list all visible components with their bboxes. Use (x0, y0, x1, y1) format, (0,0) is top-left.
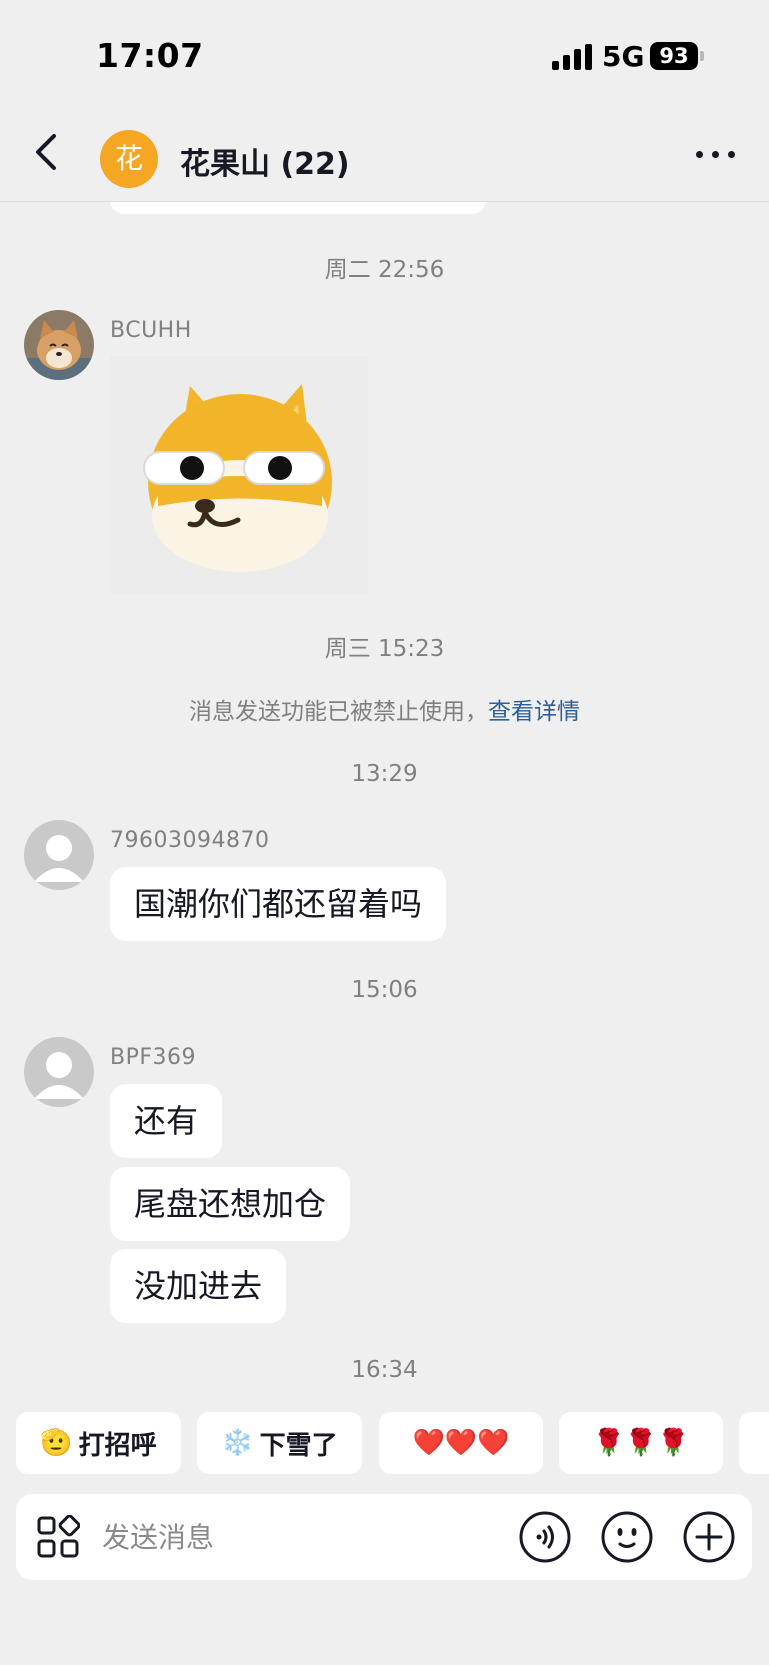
chat-header: 花 花果山 (22) (0, 112, 769, 202)
quick-reply-greet[interactable]: 🫡 打招呼 (16, 1412, 181, 1474)
roses-emoji-icon: 🌹🌹🌹 (592, 1428, 690, 1458)
view-details-link[interactable]: 查看详情 (488, 699, 580, 725)
snowflake-emoji-icon: ❄️ (221, 1428, 254, 1458)
status-time: 17:07 (96, 36, 204, 75)
quick-reply-more[interactable] (739, 1412, 769, 1474)
salute-emoji-icon: 🫡 (40, 1428, 73, 1458)
avatar[interactable] (24, 310, 94, 380)
apps-grid-icon[interactable] (36, 1514, 81, 1559)
sender-name: BPF369 (110, 1045, 197, 1070)
avatar[interactable] (24, 1037, 94, 1107)
status-bar: 17:07 5G 93 (0, 0, 769, 112)
time-divider: 16:34 (351, 1357, 418, 1383)
signal-icon (552, 44, 592, 70)
quick-reply-label: 打招呼 (78, 1430, 157, 1461)
time-divider: 13:29 (351, 761, 418, 787)
quick-reply-label: 下雪了 (259, 1430, 338, 1461)
message-bubble[interactable]: 尾盘还想加仓 (110, 1167, 351, 1241)
doge-sideeye-sticker-icon (143, 384, 332, 572)
voice-icon (519, 1511, 571, 1563)
plus-circle-icon (683, 1511, 735, 1563)
battery-icon: 93 (650, 42, 698, 70)
group-avatar[interactable]: 花 (100, 130, 158, 188)
network-label: 5G (602, 40, 645, 73)
time-divider: 周二 22:56 (324, 257, 445, 283)
sender-name: 79603094870 (110, 828, 270, 853)
avatar[interactable] (24, 820, 94, 890)
message-bubble[interactable]: 国潮你们都还留着吗 (110, 867, 447, 941)
back-button[interactable] (26, 130, 66, 174)
time-divider: 15:06 (351, 977, 418, 1003)
shiba-dog-avatar-icon (24, 310, 94, 380)
voice-button[interactable] (518, 1510, 572, 1564)
smiley-icon (601, 1511, 653, 1563)
add-button[interactable] (682, 1510, 736, 1564)
message-bubble[interactable]: 还有 (110, 1084, 223, 1158)
sticker-message[interactable] (110, 356, 368, 594)
default-user-avatar-icon (34, 1052, 84, 1099)
quick-reply-bar: 🫡 打招呼 ❄️ 下雪了 ❤️❤️❤️ 🌹🌹🌹 (16, 1412, 769, 1474)
default-user-avatar-icon (34, 835, 84, 882)
battery-cap (700, 51, 704, 61)
quick-reply-hearts[interactable]: ❤️❤️❤️ (379, 1412, 543, 1474)
system-notice: 消息发送功能已被禁止使用，查看详情 (0, 692, 769, 726)
message-input[interactable] (102, 1494, 502, 1580)
quick-reply-roses[interactable]: 🌹🌹🌹 (559, 1412, 723, 1474)
quick-reply-snow[interactable]: ❄️ 下雪了 (197, 1412, 362, 1474)
sender-name: BCUHH (110, 318, 192, 343)
chevron-left-icon (36, 134, 56, 170)
message-input-bar (16, 1494, 752, 1580)
group-title[interactable]: 花果山 (22) (180, 139, 350, 183)
notice-text: 消息发送功能已被禁止使用， (189, 699, 488, 725)
message-bubble[interactable]: 没加进去 (110, 1249, 287, 1323)
more-options-button[interactable] (694, 148, 738, 162)
time-divider: 周三 15:23 (324, 636, 445, 662)
emoji-button[interactable] (600, 1510, 654, 1564)
hearts-emoji-icon: ❤️❤️❤️ (412, 1428, 510, 1458)
